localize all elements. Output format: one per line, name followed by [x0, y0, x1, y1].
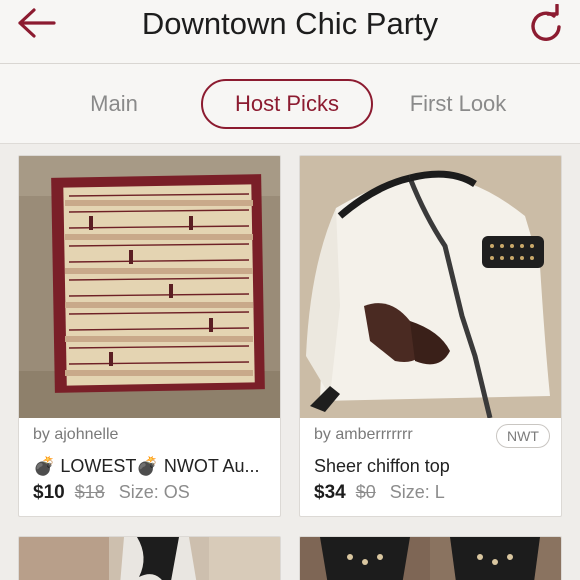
back-arrow-icon [18, 8, 56, 38]
tab-main[interactable]: Main [64, 79, 164, 129]
listing-seller[interactable]: by amberrrrrrr [314, 426, 413, 444]
party-tab-bar: Main Host Picks First Look [0, 64, 580, 144]
listing-photo-partial[interactable] [300, 537, 562, 580]
listing-original-price: $0 [355, 482, 376, 502]
listing-card[interactable] [299, 536, 562, 580]
listing-title[interactable]: 💣 LOWEST💣 NWOT Au... [33, 456, 273, 477]
listing-price-row: $34 $0 Size: L [314, 482, 445, 504]
refresh-icon [531, 3, 561, 41]
listing-card[interactable]: by amberrrrrrr NWT Sheer chiffon top $34… [299, 155, 562, 517]
listing-price-row: $10 $18 Size: OS [33, 482, 190, 504]
listing-card[interactable] [18, 536, 281, 580]
listing-photo-partial[interactable] [19, 537, 281, 580]
listing-price: $10 [33, 482, 65, 503]
listing-photo-top[interactable] [300, 156, 561, 418]
tab-host-picks[interactable]: Host Picks [201, 79, 373, 129]
back-button[interactable] [16, 6, 60, 42]
listing-photo-scarf[interactable] [19, 156, 280, 418]
page-title: Downtown Chic Party [141, 6, 439, 41]
listing-seller[interactable]: by ajohnelle [33, 426, 118, 444]
tab-first-look[interactable]: First Look [392, 79, 524, 129]
nwt-badge: NWT [496, 424, 550, 448]
listing-size: Size: L [389, 482, 445, 502]
listing-size: Size: OS [118, 482, 190, 502]
listing-title[interactable]: Sheer chiffon top [314, 456, 554, 477]
listing-card[interactable]: by ajohnelle 💣 LOWEST💣 NWOT Au... $10 $18… [18, 155, 281, 517]
app-header: Downtown Chic Party [0, 0, 580, 64]
listing-price: $34 [314, 482, 346, 503]
listing-original-price: $18 [74, 482, 105, 502]
refresh-button[interactable] [524, 3, 568, 44]
